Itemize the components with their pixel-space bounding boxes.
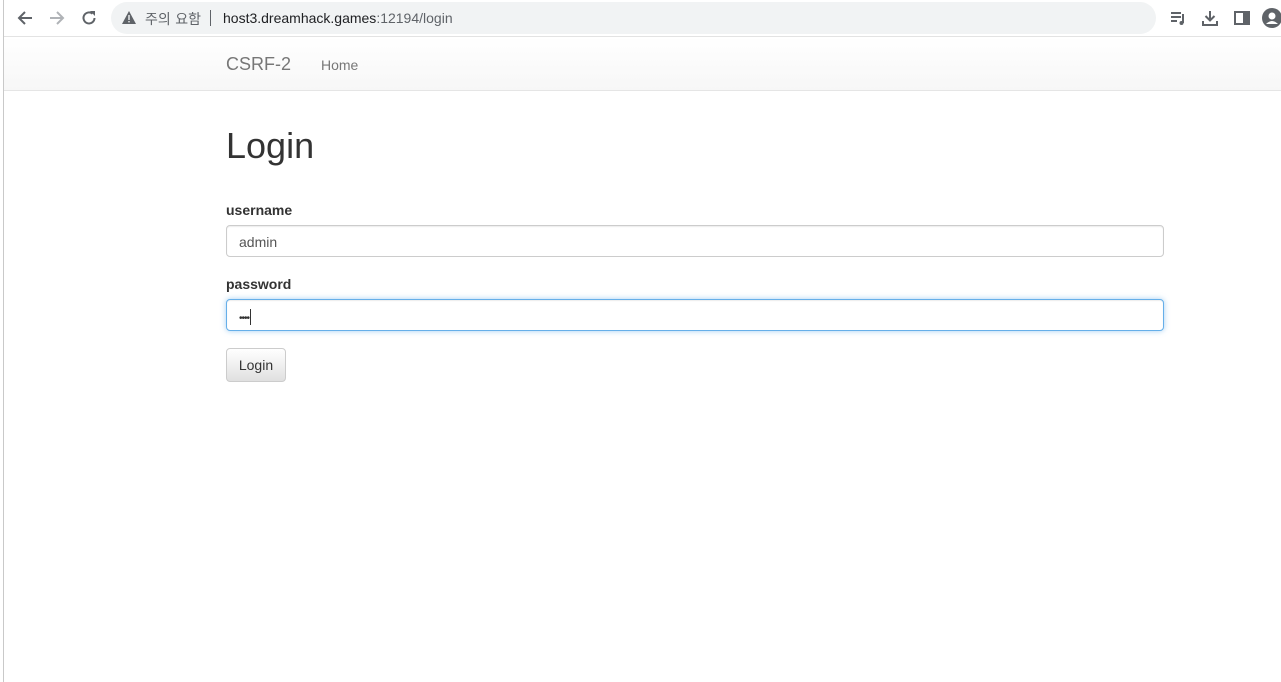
window-edge [0, 0, 4, 682]
downloads-button[interactable] [1199, 7, 1221, 29]
back-button[interactable] [13, 6, 37, 30]
login-button[interactable]: Login [226, 348, 286, 382]
brand-link[interactable]: CSRF-2 [226, 54, 291, 75]
url-path: :12194/login [376, 10, 453, 26]
arrow-left-icon [17, 11, 32, 25]
nav-home-link[interactable]: Home [321, 57, 358, 73]
username-value: admin [239, 234, 278, 250]
reload-icon [82, 11, 96, 25]
site-navbar: CSRF-2 Home [3, 37, 1281, 91]
forward-button[interactable] [45, 6, 69, 30]
page-title: Login [226, 125, 315, 166]
password-input[interactable]: •••• [226, 299, 1164, 331]
url-text[interactable]: host3.dreamhack.games:12194/login [223, 10, 453, 26]
media-control-button[interactable] [1167, 7, 1189, 29]
browser-toolbar: 주의 요함 host3.dreamhack.games:12194/login [0, 0, 1281, 37]
reload-button[interactable] [77, 6, 101, 30]
arrow-right-icon [50, 11, 65, 25]
account-circle-icon [1262, 8, 1281, 28]
security-status-label[interactable]: 주의 요함 [145, 9, 201, 29]
divider [210, 10, 211, 26]
password-label: password [226, 276, 292, 292]
text-caret [250, 309, 252, 326]
side-panel-button[interactable] [1231, 7, 1253, 29]
username-input[interactable]: admin [226, 225, 1164, 257]
download-icon [1202, 11, 1218, 26]
url-host: host3.dreamhack.games [223, 10, 377, 26]
username-label: username [226, 202, 293, 218]
side-panel-icon [1234, 11, 1250, 25]
address-bar[interactable]: 주의 요함 host3.dreamhack.games:12194/login [111, 2, 1156, 34]
playlist-music-icon [1171, 12, 1184, 25]
profile-button[interactable] [1261, 7, 1281, 29]
password-value: •••• [239, 313, 250, 324]
warning-icon[interactable] [122, 11, 136, 24]
